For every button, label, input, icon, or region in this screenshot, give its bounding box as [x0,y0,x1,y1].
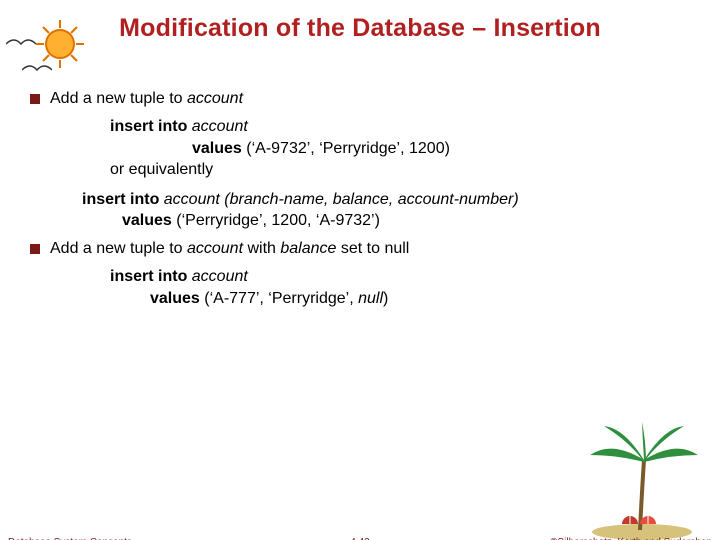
kw: insert into [82,191,164,208]
code-block: insert into account values (‘A-777’, ‘Pe… [110,266,690,309]
italic-text: balance [280,240,336,257]
text: or equivalently [110,159,690,181]
slide: { "title": "Modification of the Database… [0,14,720,540]
kw: values [122,212,176,229]
kw: insert into [110,118,192,135]
kw: insert into [110,268,192,285]
ident: account [192,118,248,135]
text: with [243,240,280,257]
vals: (‘A-777’, ‘Perryridge’, [204,290,358,307]
italic-text: account [187,90,243,107]
ident: account [192,268,248,285]
text: set to null [336,240,409,257]
bullet-text: Add a new tuple to account [50,90,243,108]
kw: values [192,140,246,157]
bullet-item: Add a new tuple to account with balance … [30,240,690,258]
bullet-square-icon [30,94,40,104]
code-block: insert into account (branch-name, balanc… [82,189,690,232]
bird-icon [6,36,36,52]
bullet-text: Add a new tuple to account with balance … [50,240,409,258]
vals: ) [383,290,388,307]
code-block: insert into account values (‘A-9732’, ‘P… [110,116,690,181]
slide-title: Modification of the Database – Insertion [0,14,720,43]
bullet-item: Add a new tuple to account [30,90,690,108]
palm-tree-icon [582,420,702,540]
bird-icon [22,62,52,78]
vals: (‘Perryridge’, 1200, ‘A-9732’) [176,212,380,229]
text: Add a new tuple to [50,240,187,257]
vals: (‘A-9732’, ‘Perryridge’, 1200) [246,140,450,157]
ident: account (branch-name, balance, account-n… [164,191,519,208]
kw: values [150,290,204,307]
bullet-square-icon [30,244,40,254]
text: Add a new tuple to [50,90,187,107]
null-kw: null [358,290,383,307]
slide-content: Add a new tuple to account insert into a… [30,90,690,317]
italic-text: account [187,240,243,257]
